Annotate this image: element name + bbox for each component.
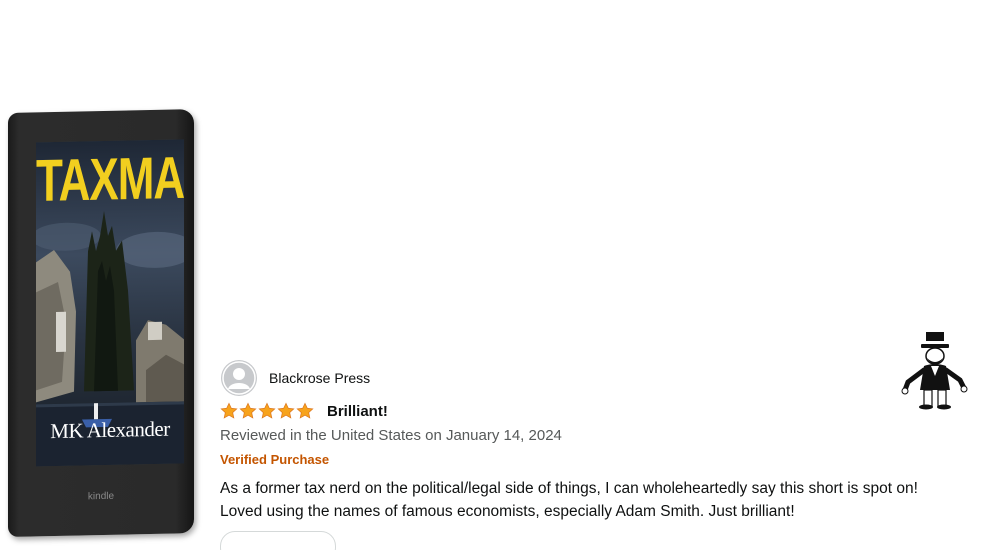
review-body-line: As a former tax nerd on the political/le… xyxy=(220,480,918,497)
verified-purchase-badge: Verified Purchase xyxy=(220,452,330,467)
star-icon xyxy=(296,402,314,419)
reviewer-name: Blackrose Press xyxy=(269,370,371,386)
star-icon xyxy=(258,402,276,419)
star-icon xyxy=(277,402,295,419)
kindle-logo: kindle xyxy=(87,490,115,503)
helpful-button[interactable] xyxy=(220,531,336,550)
cover-author: MK Alexander xyxy=(50,416,170,444)
star-icon xyxy=(220,402,238,419)
page: TAXMAN MK Alexander kindle Blackrose Pre… xyxy=(0,0,1000,550)
default-user-avatar-icon xyxy=(221,360,257,396)
reviewer-profile[interactable]: Blackrose Press xyxy=(221,360,370,396)
review-body-line: Loved using the names of famous economis… xyxy=(220,503,795,520)
review-date: Reviewed in the United States on January… xyxy=(220,427,562,444)
star-rating[interactable] xyxy=(220,402,315,420)
kindle-device-image: TAXMAN MK Alexander kindle xyxy=(8,109,194,538)
star-icon xyxy=(239,402,257,419)
review-body: As a former tax nerd on the political/le… xyxy=(220,477,990,523)
book-cover: TAXMAN MK Alexander xyxy=(36,139,184,467)
cover-title: TAXMAN xyxy=(36,144,184,215)
review-title[interactable]: Brilliant! xyxy=(327,403,388,420)
monopoly-man-icon xyxy=(900,330,968,410)
rating-row: Brilliant! xyxy=(220,402,388,420)
